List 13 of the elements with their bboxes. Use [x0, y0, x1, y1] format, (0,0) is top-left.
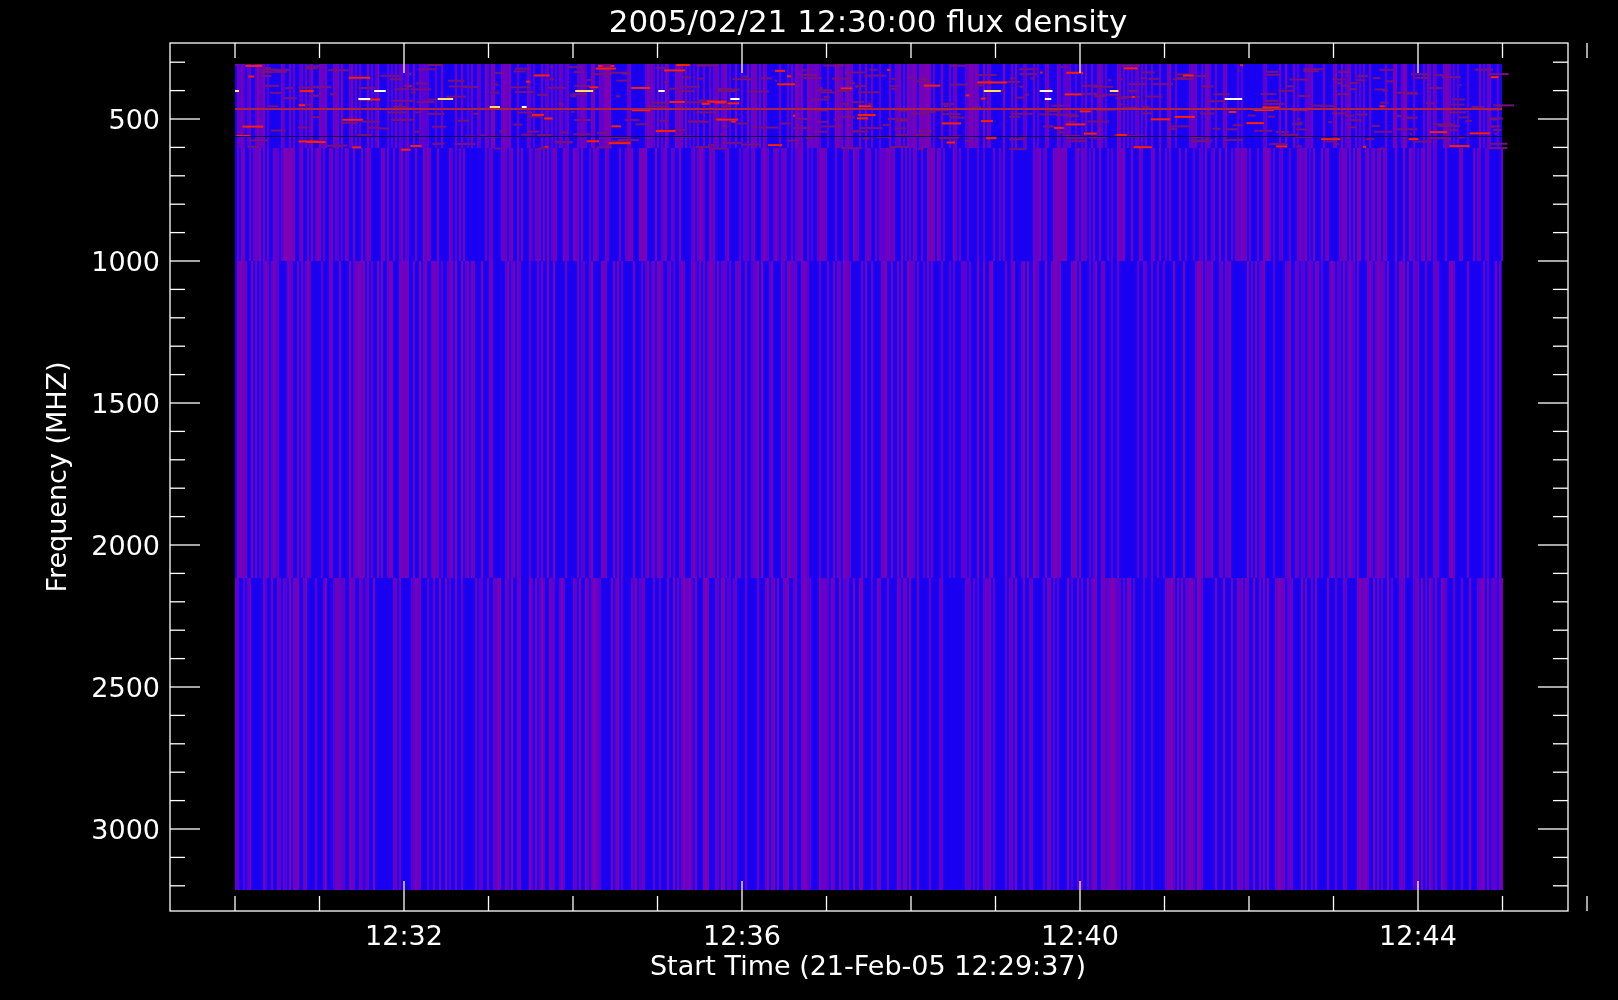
y-tick-label: 3000 [91, 814, 160, 845]
x-tick-label: 12:32 [365, 920, 443, 951]
y-axis-label: Frequency (MHZ) [41, 361, 72, 593]
y-tick-label: 2500 [91, 672, 160, 703]
y-tick-label: 500 [108, 104, 160, 135]
x-tick-label: 12:36 [703, 920, 781, 951]
y-tick-label: 2000 [91, 530, 160, 561]
x-tick-label: 12:44 [1379, 920, 1457, 951]
chart-title: 2005/02/21 12:30:00 flux density [608, 3, 1128, 39]
y-tick-label: 1500 [91, 388, 160, 419]
x-axis-label: Start Time (21-Feb-05 12:29:37) [649, 950, 1087, 981]
y-tick-label: 1000 [91, 246, 160, 277]
x-tick-label: 12:40 [1041, 920, 1119, 951]
